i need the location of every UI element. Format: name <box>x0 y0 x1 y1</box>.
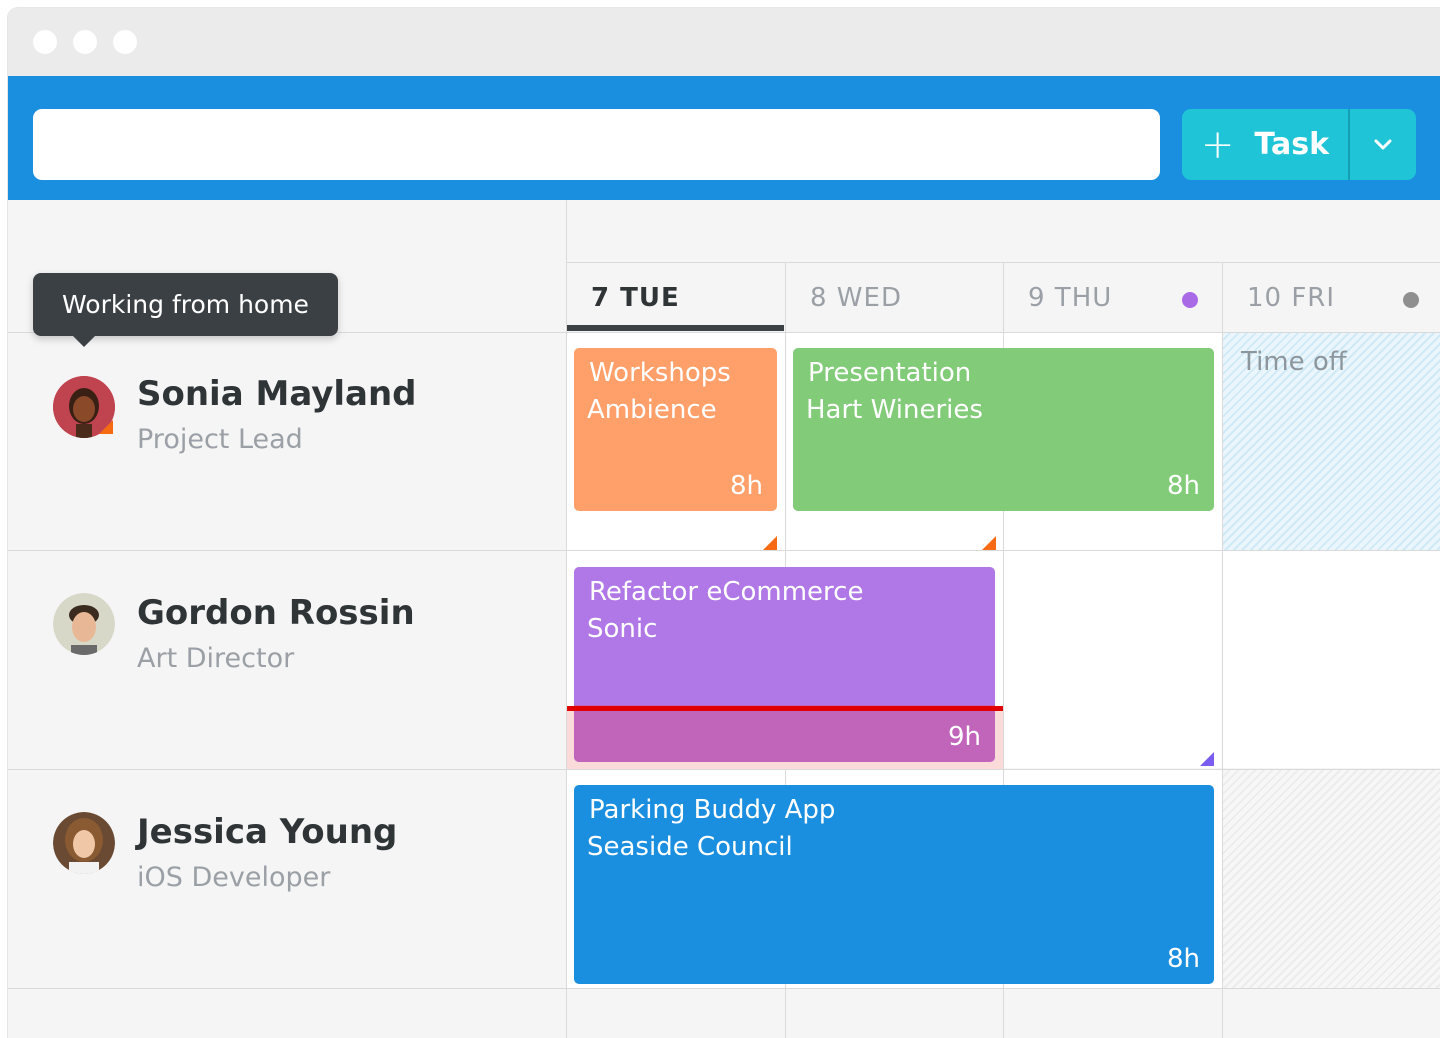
day-label: 8 WED <box>810 283 902 313</box>
status-dot-grey <box>1403 292 1419 308</box>
task-presentation[interactable]: Presentation Hart Wineries 8h <box>793 348 1214 511</box>
task-client: Seaside Council <box>587 832 793 862</box>
task-refactor-ecommerce[interactable]: Refactor eCommerce Sonic 9h <box>574 567 995 762</box>
toolbar: + Task <box>8 76 1440 200</box>
person-name: Jessica Young <box>137 812 398 852</box>
search-input[interactable] <box>33 109 1160 180</box>
task-parking-buddy-app[interactable]: Parking Buddy App Seaside Council 8h <box>574 785 1214 984</box>
person-name: Sonia Mayland <box>137 374 417 414</box>
window-close-dot[interactable] <box>33 30 57 54</box>
tooltip-arrow <box>73 336 95 347</box>
task-client: Sonic <box>587 614 658 644</box>
person-role: iOS Developer <box>137 862 331 893</box>
grid-line <box>1222 262 1223 1038</box>
overtime-section <box>574 705 995 762</box>
schedule-grid: Time off 7 TUE 8 WED 9 THU 10 FRI Sonia … <box>8 200 1440 1038</box>
grid-line <box>8 988 1440 989</box>
task-title: Parking Buddy App <box>589 795 836 825</box>
active-day-indicator <box>567 325 784 331</box>
window-minimize-dot[interactable] <box>73 30 97 54</box>
task-client: Ambience <box>587 395 717 425</box>
tooltip-text: Working from home <box>62 290 309 319</box>
status-corner-icon <box>99 420 113 434</box>
app-window: + Task Time off 7 TUE 8 WED 9 THU 10 FRI… <box>8 8 1440 1038</box>
person-name: Gordon Rossin <box>137 593 415 633</box>
status-dot-purple <box>1182 292 1198 308</box>
task-title: Refactor eCommerce <box>589 577 864 607</box>
day-header-tue[interactable]: 7 TUE <box>567 264 785 332</box>
task-hours: 8h <box>729 471 763 501</box>
task-hours: 9h <box>947 722 981 752</box>
person-role: Project Lead <box>137 424 303 455</box>
window-maximize-dot[interactable] <box>113 30 137 54</box>
grid-line <box>8 769 1440 770</box>
plus-icon: + <box>1200 121 1235 168</box>
task-title: Presentation <box>808 358 972 388</box>
avatar <box>53 593 115 655</box>
task-hours: 8h <box>1166 944 1200 974</box>
time-off-label: Time off <box>1241 347 1347 377</box>
note-corner-icon <box>982 536 996 550</box>
task-title: Workshops <box>589 358 731 388</box>
avatar <box>53 812 115 874</box>
task-workshops[interactable]: Workshops Ambience 8h <box>574 348 777 511</box>
task-hours: 8h <box>1166 471 1200 501</box>
add-task-button[interactable]: + Task <box>1182 109 1348 180</box>
window-titlebar <box>8 8 1440 76</box>
grid-line <box>8 550 1440 551</box>
time-off-cell[interactable]: Time off <box>1223 333 1440 550</box>
add-task-label: Task <box>1254 127 1330 162</box>
person-role: Art Director <box>137 643 295 674</box>
note-corner-icon <box>763 536 777 550</box>
task-client: Hart Wineries <box>806 395 983 425</box>
unavailable-cell <box>1223 770 1440 988</box>
day-label: 10 FRI <box>1247 283 1336 313</box>
chevron-down-icon <box>1374 139 1392 149</box>
day-header-wed[interactable]: 8 WED <box>786 264 1003 332</box>
task-dropdown-button[interactable] <box>1350 109 1416 180</box>
note-corner-icon <box>1200 752 1214 766</box>
working-from-home-tooltip: Working from home <box>33 273 338 336</box>
day-label: 7 TUE <box>591 283 680 313</box>
capacity-limit-line <box>567 706 1003 711</box>
day-label: 9 THU <box>1028 283 1113 313</box>
